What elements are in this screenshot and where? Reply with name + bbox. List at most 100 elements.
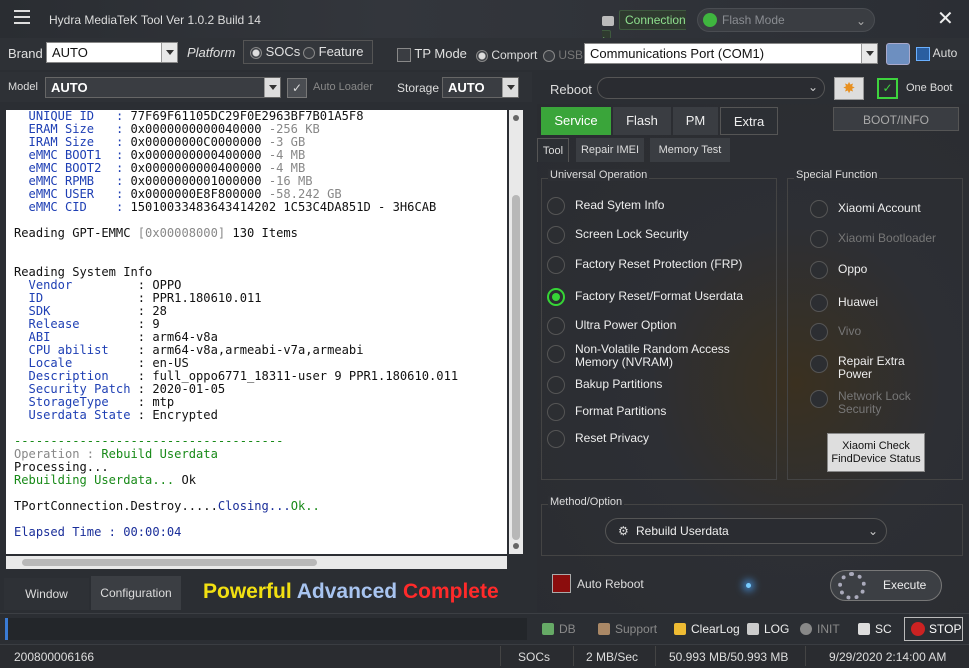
screenshot-button[interactable]: SC bbox=[858, 622, 892, 636]
tab-pm[interactable]: PM bbox=[673, 107, 718, 135]
xiaomi-check-finddevice-button[interactable]: Xiaomi Check FindDevice Status bbox=[827, 433, 925, 472]
log-key: CPU abilist bbox=[14, 343, 138, 357]
log-key: Userdata State bbox=[14, 408, 138, 422]
broom-icon bbox=[674, 623, 686, 635]
log-extra: -4 MB bbox=[261, 161, 306, 175]
tab-configuration[interactable]: Configuration bbox=[91, 576, 181, 610]
model-check-icon[interactable]: ✓ bbox=[287, 78, 307, 98]
db-label: DB bbox=[559, 622, 576, 636]
subtab-memory-test[interactable]: Memory Test bbox=[650, 138, 730, 162]
gear-icon[interactable]: ✸ bbox=[834, 77, 864, 100]
log-rebuilding: Rebuilding Userdata... Ok bbox=[14, 474, 507, 487]
log-vertical-scrollbar[interactable] bbox=[509, 110, 523, 554]
comport-radio[interactable]: Comport bbox=[476, 48, 537, 62]
platform-feature-radio[interactable]: Feature bbox=[303, 44, 363, 59]
stop-button[interactable]: STOP bbox=[904, 617, 963, 641]
log-value: 9 bbox=[152, 317, 160, 331]
radio-icon bbox=[547, 226, 565, 244]
subtab-tool[interactable]: Tool bbox=[537, 138, 569, 162]
tab-service[interactable]: Service bbox=[541, 107, 611, 135]
platform-socs-radio[interactable]: SOCs bbox=[250, 44, 300, 59]
universal-operation-title: Universal Operation bbox=[548, 169, 650, 181]
slogan-word: Advanced bbox=[296, 580, 398, 603]
comport-label: Comport bbox=[491, 48, 538, 62]
log-key: Description bbox=[14, 369, 138, 383]
stop-label: STOP bbox=[929, 622, 962, 636]
option-label: Factory Reset/Format Userdata bbox=[575, 289, 744, 303]
log-hardware-info: UNIQUE ID : 77F69F61105DC29F0E2963BF7B01… bbox=[14, 110, 507, 214]
log-key: eMMC USER bbox=[14, 187, 116, 201]
method-option-title: Method/Option bbox=[548, 496, 625, 508]
log-button[interactable]: LOG bbox=[747, 622, 789, 636]
log-text: Operation : bbox=[14, 447, 102, 461]
tab-flash[interactable]: Flash bbox=[613, 107, 671, 135]
radio-selected-icon bbox=[547, 288, 565, 306]
auto-loader-checkbox[interactable]: Auto Loader bbox=[313, 81, 373, 93]
brand-select[interactable]: AUTO bbox=[46, 42, 178, 63]
init-label: INIT bbox=[817, 622, 840, 636]
option-label: Network Lock Security bbox=[838, 389, 911, 416]
model-select[interactable]: AUTO bbox=[45, 77, 281, 98]
checkbox-checked-icon bbox=[916, 46, 930, 61]
radio-icon bbox=[547, 256, 565, 274]
option-label: Bakup Partitions bbox=[575, 377, 663, 391]
support-button[interactable]: Support bbox=[598, 622, 657, 636]
option-label: Read Sytem Info bbox=[575, 198, 665, 212]
radio-selected-icon bbox=[476, 49, 488, 62]
log-text: [0x00008000] bbox=[137, 226, 226, 240]
auto-port-checkbox[interactable]: Auto bbox=[916, 46, 957, 61]
radio-selected-icon bbox=[250, 46, 262, 59]
app-title: Hydra MediaTeK Tool Ver 1.0.2 Build 14 bbox=[49, 13, 261, 27]
log-line: eMMC CID : 15010033483643414202 1C53C4DA… bbox=[14, 200, 437, 214]
port-select[interactable]: Communications Port (COM1) bbox=[584, 43, 878, 64]
auto-reboot-checkbox[interactable] bbox=[552, 574, 571, 593]
usb-label: USB bbox=[558, 48, 584, 62]
log-value: Encrypted bbox=[152, 408, 218, 422]
log-text: TPortConnection.Destroy..... bbox=[14, 499, 218, 513]
radio-icon bbox=[810, 390, 828, 408]
option-label: Screen Lock Security bbox=[575, 227, 689, 241]
boot-info-button[interactable]: BOOT/INFO bbox=[833, 107, 959, 131]
tp-mode-checkbox[interactable]: TP Mode bbox=[397, 46, 467, 62]
option-label: Xiaomi Account bbox=[838, 201, 921, 215]
auto-loader-label: Auto Loader bbox=[313, 81, 373, 93]
usb-radio[interactable]: USB bbox=[543, 48, 583, 62]
status-serial: 200800006166 bbox=[14, 650, 95, 664]
flash-mode-combo[interactable]: Flash Mode ⌄ bbox=[697, 8, 875, 32]
slogan-word: Complete bbox=[402, 580, 499, 603]
log-output[interactable]: UNIQUE ID : 77F69F61105DC29F0E2963BF7B01… bbox=[6, 110, 507, 554]
db-button[interactable]: DB bbox=[542, 622, 576, 636]
close-icon[interactable]: ✕ bbox=[937, 6, 954, 31]
init-button[interactable]: INIT bbox=[800, 622, 840, 636]
status-size: 50.993 MB/50.993 MB bbox=[669, 650, 789, 664]
method-option-select[interactable]: ⚙ Rebuild Userdata ⌄ bbox=[605, 518, 887, 544]
status-datetime: 9/29/2020 2:14:00 AM bbox=[829, 650, 947, 664]
option-label: Huawei bbox=[838, 295, 879, 309]
subtab-repair-imei[interactable]: Repair IMEI bbox=[576, 138, 644, 162]
log-extra: -16 MB bbox=[261, 174, 313, 188]
log-text: Ok bbox=[181, 473, 197, 487]
socs-label: SOCs bbox=[265, 44, 301, 59]
check-circle-icon bbox=[703, 13, 717, 27]
clearlog-button[interactable]: ClearLog bbox=[674, 622, 740, 636]
tab-extra[interactable]: Extra bbox=[720, 107, 778, 135]
gear-icon: ⚙ bbox=[618, 524, 629, 538]
brand-label: Brand bbox=[8, 46, 43, 61]
reboot-select[interactable]: ⌄ bbox=[597, 77, 825, 99]
log-value: arm64-v8a,armeabi-v7a,armeabi bbox=[152, 343, 364, 357]
hamburger-menu-icon[interactable] bbox=[14, 10, 30, 24]
log-value: 2020-01-05 bbox=[152, 382, 226, 396]
one-boot-checkbox[interactable]: ✓ bbox=[877, 78, 898, 99]
special-function-title: Special Function bbox=[794, 169, 880, 181]
port-value: Communications Port (COM1) bbox=[590, 46, 765, 61]
refresh-port-icon[interactable] bbox=[886, 43, 910, 65]
option-label: Reset Privacy bbox=[575, 431, 650, 445]
radio-icon bbox=[547, 430, 565, 448]
chevron-down-icon bbox=[264, 78, 280, 97]
log-key: ABI bbox=[14, 330, 138, 344]
log-value: 28 bbox=[152, 304, 167, 318]
log-horizontal-scrollbar[interactable] bbox=[6, 556, 507, 569]
log-value: 0x0000000000400000 bbox=[130, 161, 262, 175]
storage-select[interactable]: AUTO bbox=[442, 77, 519, 98]
tab-window[interactable]: Window bbox=[4, 578, 89, 610]
